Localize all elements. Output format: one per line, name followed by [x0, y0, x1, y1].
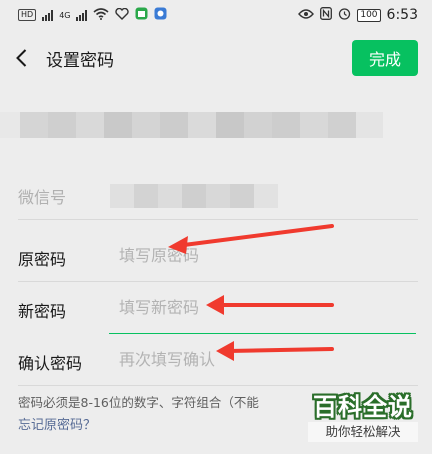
wechat-id-row: 微信号	[18, 170, 418, 220]
alarm-icon	[338, 7, 351, 23]
signal-icon-secondary	[76, 9, 88, 21]
status-bar-left: HD 4G	[18, 7, 167, 23]
divider	[18, 281, 418, 282]
new-password-label: 新密码	[18, 302, 67, 321]
old-password-row: 原密码	[18, 232, 418, 282]
page-title: 设置密码	[46, 51, 114, 71]
forgot-password-link[interactable]: 忘记原密码？	[18, 414, 96, 433]
blurred-wechat-id	[110, 184, 278, 208]
eye-icon	[298, 8, 315, 22]
back-arrow-icon[interactable]	[13, 48, 33, 68]
app-notification-icon	[135, 7, 148, 23]
battery-indicator: 100	[357, 8, 381, 22]
focused-divider	[109, 333, 416, 334]
confirm-password-input[interactable]	[119, 346, 409, 372]
signal-icon	[42, 9, 54, 21]
status-bar: HD 4G 100 6:53	[0, 0, 432, 30]
nfc-icon	[320, 7, 333, 23]
watermark-logo: 百科全说 助你轻松解决	[304, 392, 422, 448]
app-notification-icon-2	[154, 7, 167, 23]
wifi-icon	[93, 7, 110, 23]
done-button[interactable]: 完成	[352, 40, 418, 76]
watermark-subtitle: 助你轻松解决	[308, 422, 418, 442]
new-password-input[interactable]	[119, 294, 409, 320]
nav-bar: 设置密码 完成	[0, 34, 432, 82]
divider	[18, 219, 418, 220]
watermark-title: 百科全说	[313, 393, 413, 421]
wechat-id-label: 微信号	[18, 188, 67, 207]
blurred-account-info	[0, 112, 395, 138]
status-bar-right: 100 6:53	[298, 7, 418, 23]
confirm-password-row: 确认密码	[18, 336, 418, 386]
old-password-input[interactable]	[119, 242, 409, 268]
old-password-label: 原密码	[18, 250, 67, 269]
password-rule-hint: 密码必须是8-16位的数字、字符组合（不能	[18, 395, 259, 410]
heart-icon	[115, 7, 130, 23]
confirm-password-label: 确认密码	[18, 354, 83, 373]
clock: 6:53	[386, 7, 418, 23]
new-password-row: 新密码	[18, 284, 418, 334]
divider	[18, 385, 418, 386]
hd-badge: HD	[18, 9, 37, 21]
network-type-label: 4G	[59, 10, 71, 20]
